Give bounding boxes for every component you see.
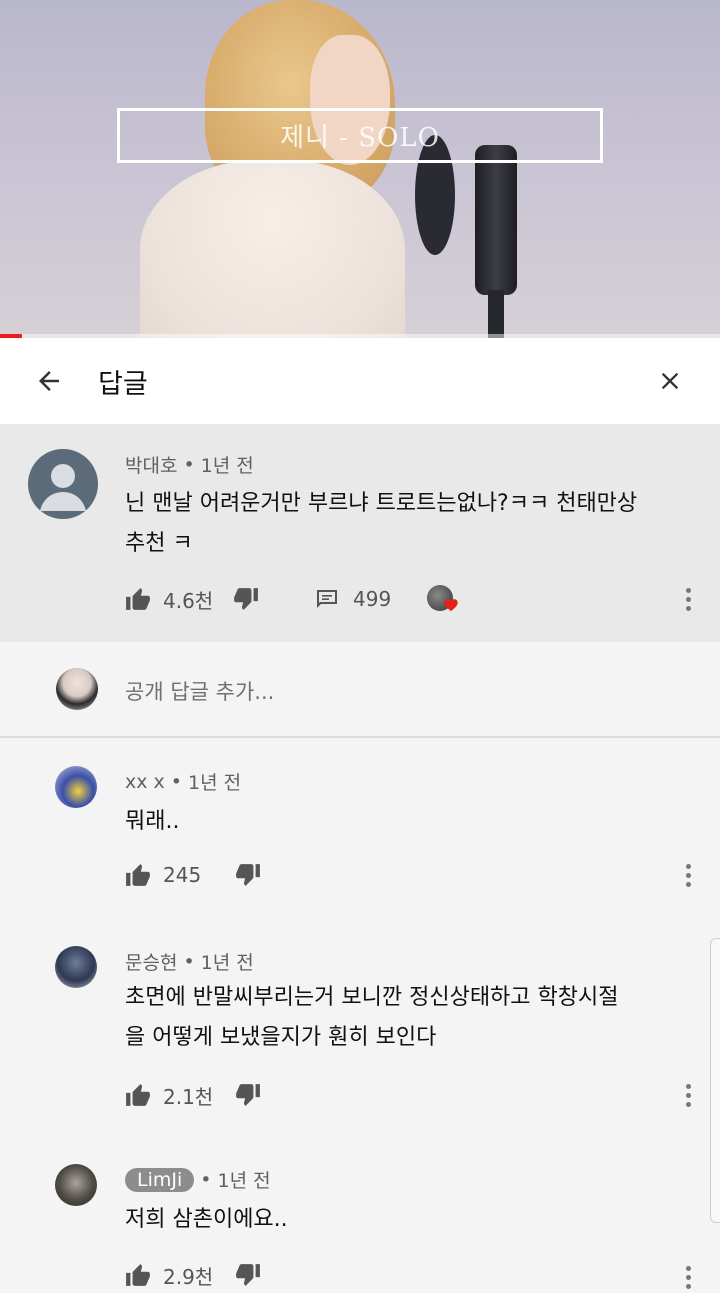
video-player[interactable]: 제니 - SOLO [0,0,720,338]
close-icon [661,372,679,390]
comment-time: 1년 전 [200,952,254,974]
comment-author[interactable]: 문승현 [125,948,177,975]
comment-text: 뭐래.. [125,802,179,842]
comment-meta: LimJi • 1년 전 [125,1166,271,1193]
video-thumbnail-singer [140,160,405,338]
comment-time: 1년 전 [200,455,254,477]
comment-actions: 245 [125,860,261,890]
avatar[interactable] [55,1164,97,1206]
more-dot [685,1283,691,1289]
meta-separator: • [170,770,182,793]
comment-icon [317,590,337,608]
reply-input[interactable]: 공개 답글 추가... [125,676,274,706]
comment-text-line: 추천 ㅋ [125,531,193,556]
page-title: 답글 [98,368,148,400]
comment-text-line: 초면에 반말씨부리는거 보니깐 정신상태하고 학창시절 [125,985,619,1010]
close-button[interactable] [620,338,720,424]
like-count: 4.6천 [163,588,214,613]
avatar[interactable] [55,766,97,808]
more-dot [685,1101,691,1107]
reply-item: xx x • 1년 전 뭐래.. 245 [0,740,720,930]
comment-author[interactable]: 박대호 [125,451,177,478]
like-button[interactable] [125,863,151,887]
parent-comment: 박대호 • 1년 전 닌 맨날 어려운거만 부르냐 트로트는없나?ㅋㅋ 천태만상… [0,424,720,642]
thumbs-up-icon [126,1084,150,1106]
comment-actions: 2.9천 [125,1260,261,1290]
arrow-left-icon [39,371,59,391]
comment-actions: 2.1천 [125,1080,261,1110]
more-dot [685,605,691,611]
like-button[interactable] [125,1263,151,1287]
scrollbar[interactable] [710,938,720,1223]
meta-separator: • [183,950,195,973]
reply-button[interactable] [315,588,339,610]
creator-heart [427,585,458,613]
comment-meta: xx x • 1년 전 [125,768,241,795]
thumbs-up-icon [126,1264,150,1286]
comment-time: 1년 전 [217,1170,271,1192]
avatar [56,668,98,710]
comment-text: 저희 삼촌이에요.. [125,1200,288,1240]
default-avatar-icon [40,464,86,511]
thumbs-down-icon [236,1264,260,1286]
comment-text: 초면에 반말씨부리는거 보니깐 정신상태하고 학창시절 을 어떻게 보냈을지가 … [125,978,619,1058]
dislike-button[interactable] [235,1083,261,1107]
heart-badge-icon [444,599,458,612]
comment-text-line: 을 어떻게 보냈을지가 훤히 보인다 [125,1025,437,1050]
avatar[interactable] [28,449,98,519]
reply-item: 문승현 • 1년 전 초면에 반말씨부리는거 보니깐 정신상태하고 학창시절 을… [0,920,720,1150]
thumbs-down-icon [236,864,260,886]
like-count: 2.9천 [163,1264,214,1289]
more-options-button[interactable] [678,1080,698,1110]
video-overlay-title: 제니 - SOLO [117,108,603,163]
like-button[interactable] [125,1083,151,1107]
meta-separator: • [183,453,195,476]
more-dot [685,863,691,869]
replies-header: 답글 [0,338,720,424]
more-options-button[interactable] [678,584,698,614]
dislike-button[interactable] [233,587,259,611]
like-count: 245 [163,863,202,887]
comment-text-line: 닌 맨날 어려운거만 부르냐 트로트는없나?ㅋㅋ 천태만상 [125,491,638,516]
add-reply-row[interactable]: 공개 답글 추가... [0,642,720,738]
comment-text: 닌 맨날 어려운거만 부르냐 트로트는없나?ㅋㅋ 천태만상 추천 ㅋ [125,484,637,564]
thumbs-up-icon [126,588,150,610]
comment-author[interactable]: xx x [125,771,165,793]
more-dot [685,872,691,878]
like-count: 2.1천 [163,1084,214,1109]
more-dot [685,1083,691,1089]
dislike-button[interactable] [235,1263,261,1287]
thumbs-down-icon [234,588,258,610]
reply-count: 499 [353,587,392,611]
avatar[interactable] [55,946,97,988]
more-dot [685,587,691,593]
more-options-button[interactable] [678,1262,698,1292]
more-dot [685,1274,691,1280]
comment-time: 1년 전 [188,772,242,794]
comment-meta: 문승현 • 1년 전 [125,948,254,975]
more-dot [685,596,691,602]
reply-item: LimJi • 1년 전 저희 삼촌이에요.. 2.9천 [0,1140,720,1293]
microphone-stand [488,290,504,338]
more-dot [685,1265,691,1271]
microphone [475,145,517,295]
comment-meta: 박대호 • 1년 전 [125,451,254,478]
thumbs-down-icon [236,1084,260,1106]
comment-text-line: 저희 삼촌이에요.. [125,1207,288,1232]
more-options-button[interactable] [678,860,698,890]
comment-text-line: 뭐래.. [125,809,180,834]
more-dot [685,881,691,887]
meta-separator: • [200,1168,212,1191]
thumbs-up-icon [126,864,150,886]
like-button[interactable] [125,587,151,611]
comment-author[interactable]: LimJi [125,1167,195,1192]
dislike-button[interactable] [235,863,261,887]
comment-actions: 4.6천 499 [125,584,458,614]
back-button[interactable] [0,338,98,424]
more-dot [685,1092,691,1098]
